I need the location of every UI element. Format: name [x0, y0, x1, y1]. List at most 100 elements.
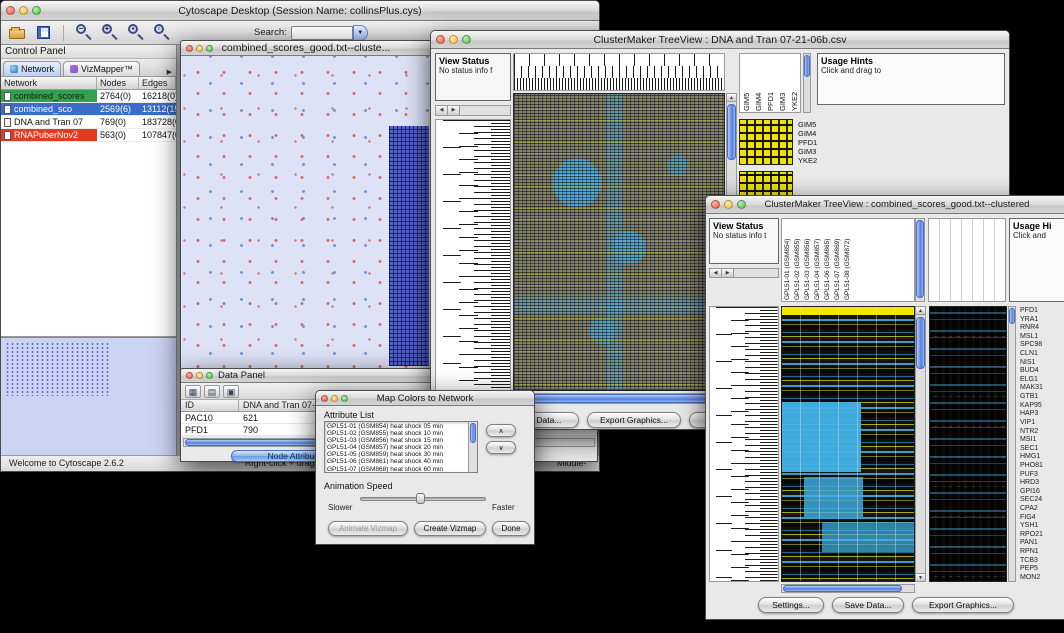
column-id[interactable]: ID [181, 400, 239, 411]
column-label[interactable]: PFD1 [766, 55, 775, 111]
scroll-up-icon[interactable]: ▲ [915, 306, 926, 315]
gene-label[interactable]: YRA1 [1020, 316, 1064, 323]
gene-label[interactable]: SEC1 [1020, 445, 1064, 452]
gene-label[interactable]: GIM4 [798, 129, 836, 138]
minimize-icon[interactable] [196, 45, 203, 52]
save-session-button[interactable] [33, 23, 53, 43]
scroll-up-icon[interactable]: ▲ [726, 93, 737, 102]
gene-label[interactable]: HMG1 [1020, 453, 1064, 460]
treeview-dna-title-bar[interactable]: ClusterMaker TreeView : DNA and Tran 07-… [431, 31, 1009, 49]
heatmap-hscrollbar[interactable] [781, 584, 915, 593]
column-network[interactable]: Network [1, 77, 97, 89]
scrollbar-thumb[interactable] [470, 423, 476, 443]
attribute-list-icon[interactable]: ▤ [204, 385, 220, 398]
attribute-item[interactable]: GPL51-04 (GSM857) heat shock 20 min [327, 444, 467, 451]
animate-vizmap-button[interactable]: Animate Vizmap [328, 521, 408, 536]
close-icon[interactable] [186, 45, 193, 52]
zoom-selected-button[interactable]: ▪ [126, 23, 146, 43]
done-button[interactable]: Done [492, 521, 530, 536]
minimize-icon[interactable] [331, 395, 338, 402]
dendrogram-hscrollbar[interactable]: ◀ ▶ [435, 105, 511, 116]
zoom-heatmap-canvas[interactable] [929, 306, 1007, 582]
gene-label[interactable]: GPI16 [1020, 488, 1064, 495]
dendrogram-hscrollbar[interactable]: ◀ ▶ [709, 268, 779, 278]
create-vizmap-button[interactable]: Create Vizmap [414, 521, 486, 536]
network-overview-thumbnail[interactable] [5, 342, 109, 396]
gene-label[interactable]: KAP95 [1020, 402, 1064, 409]
network-row-dna-tran[interactable]: DNA and Tran 07 769(0) 183728(0) [1, 116, 176, 129]
gene-label[interactable]: PFD1 [1020, 307, 1064, 314]
minimize-icon[interactable] [449, 35, 458, 44]
gene-label[interactable]: RPO21 [1020, 531, 1064, 538]
export-graphics-button[interactable]: Export Graphics... [587, 412, 681, 428]
close-icon[interactable] [711, 200, 720, 209]
close-icon[interactable] [321, 395, 328, 402]
treeview-combined-title-bar[interactable]: ClusterMaker TreeView : combined_scores_… [706, 196, 1064, 214]
labels-vscrollbar[interactable] [803, 53, 811, 113]
zoom-window-icon[interactable] [341, 395, 348, 402]
zoom-window-icon[interactable] [206, 45, 213, 52]
gene-label[interactable]: PFD1 [798, 138, 836, 147]
network-view-title-bar[interactable]: combined_scores_good.txt--cluste... [181, 41, 431, 56]
zoom-in-button[interactable]: + [100, 23, 120, 43]
heatmap-canvas[interactable] [513, 93, 725, 391]
attribute-listbox[interactable]: GPL51-01 (GSM854) heat shock 05 minGPL51… [324, 421, 478, 473]
combo-arrow-icon[interactable]: ▼ [353, 25, 368, 41]
gene-label[interactable]: MAK31 [1020, 384, 1064, 391]
close-icon[interactable] [186, 372, 193, 379]
column-dendrogram[interactable] [513, 53, 725, 91]
scrollbar-thumb[interactable] [916, 220, 924, 298]
attribute-item[interactable]: GPL51-03 (GSM856) heat shock 15 min [327, 437, 467, 444]
scrollbar-thumb[interactable] [1009, 308, 1015, 324]
column-label[interactable]: GIM5 [742, 55, 751, 111]
gene-label[interactable]: YSH1 [1020, 522, 1064, 529]
gene-label[interactable]: BUD4 [1020, 367, 1064, 374]
gene-label[interactable]: SEC24 [1020, 496, 1064, 503]
dense-subnetwork-cluster[interactable] [389, 126, 429, 366]
close-icon[interactable] [6, 6, 15, 15]
gene-label[interactable]: GIM5 [798, 120, 836, 129]
gene-label[interactable]: GTB1 [1020, 393, 1064, 400]
network-canvas[interactable] [181, 56, 431, 369]
attribute-db-icon[interactable]: ▣ [223, 385, 239, 398]
zoom-window-icon[interactable] [462, 35, 471, 44]
attribute-item[interactable]: GPL51-06 (GSM861) heat shock 40 min [327, 458, 467, 465]
column-label[interactable]: GPL51-01 (GSM854) [784, 220, 791, 300]
gene-label[interactable]: PHO81 [1020, 462, 1064, 469]
scrollbar-thumb[interactable] [524, 394, 709, 403]
tab-vizmapper[interactable]: VizMapper™ [63, 61, 140, 76]
row-dendrogram[interactable] [709, 306, 779, 582]
zoom-fit-button[interactable]: ▫ [152, 23, 172, 43]
gene-label[interactable]: MSI1 [1020, 436, 1064, 443]
slider-thumb[interactable] [416, 493, 425, 504]
gene-label[interactable]: NTR2 [1020, 428, 1064, 435]
scrollbar-thumb[interactable] [916, 317, 925, 369]
open-session-button[interactable] [7, 23, 27, 43]
gene-label[interactable]: MSL1 [1020, 333, 1064, 340]
scroll-right-icon[interactable]: ▶ [722, 269, 734, 277]
move-up-button[interactable]: ∧ [486, 424, 516, 437]
gene-label[interactable]: CLN1 [1020, 350, 1064, 357]
scrollbar-thumb[interactable] [804, 55, 810, 77]
zoom-vscrollbar[interactable] [1008, 306, 1016, 582]
search-input[interactable] [291, 26, 353, 40]
column-label[interactable]: GPL51-06 (GSM865) [824, 220, 831, 300]
save-data-button[interactable]: Save Data... [832, 597, 904, 613]
zoom-out-button[interactable]: − [74, 23, 94, 43]
gene-label[interactable]: RPN1 [1020, 548, 1064, 555]
row-dendrogram[interactable] [435, 119, 511, 391]
column-label[interactable]: GIM4 [754, 55, 763, 111]
scroll-down-icon[interactable]: ▼ [915, 573, 926, 582]
column-label[interactable]: GIM3 [778, 55, 787, 111]
zoom-window-icon[interactable] [32, 6, 41, 15]
tab-network[interactable]: Network [3, 61, 61, 76]
labels-vscrollbar[interactable] [915, 218, 925, 302]
cytoscape-title-bar[interactable]: Cytoscape Desktop (Session Name: collins… [1, 1, 599, 21]
heatmap-hscrollbar[interactable]: ◀ ▶ [513, 393, 737, 404]
gene-label[interactable]: VIP1 [1020, 419, 1064, 426]
gene-label[interactable]: HRD3 [1020, 479, 1064, 486]
gene-label[interactable]: MON2 [1020, 574, 1064, 581]
gene-label[interactable]: FIG4 [1020, 514, 1064, 521]
column-label[interactable]: GPL51-03 (GSM856) [804, 220, 811, 300]
list-vscrollbar[interactable] [468, 422, 477, 472]
